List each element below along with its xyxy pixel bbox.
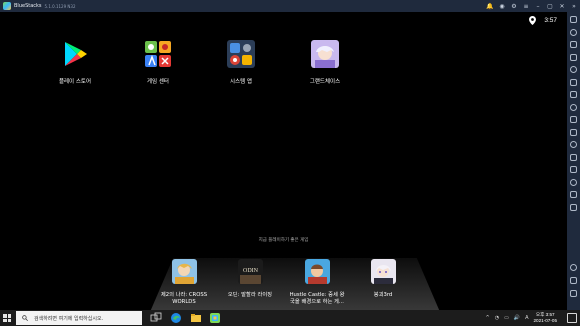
home-icon[interactable] — [570, 277, 577, 284]
app-label-line2: 국을 배경으로 하는 게... — [290, 299, 344, 305]
recommended-app-odin[interactable]: ODIN 오딘: 발할라 라이징 — [218, 259, 282, 299]
notification-icon[interactable] — [567, 313, 577, 323]
location-pin-icon[interactable] — [570, 103, 577, 111]
record-icon[interactable] — [570, 91, 577, 98]
app-label: 시스템 앱 — [230, 79, 252, 85]
app-label: 게임 센터 — [147, 79, 169, 85]
app-system-apps[interactable]: 시스템 앱 — [211, 40, 271, 85]
taskbar-search-box[interactable]: 검색하려면 여기에 입력하십시오. — [16, 311, 142, 325]
show-hidden-icons[interactable]: ^ — [486, 315, 490, 321]
taskbar-date: 2021-07-05 — [533, 318, 558, 323]
menu-icon[interactable]: ≡ — [520, 0, 532, 12]
hustle-castle-icon — [304, 259, 330, 284]
play-store-icon — [65, 42, 87, 66]
recents-icon[interactable] — [570, 290, 577, 297]
odin-icon: ODIN — [237, 259, 263, 284]
eco-mode-icon[interactable] — [570, 166, 577, 173]
recommended-app-ni-no-kuni[interactable]: 제2의 나라: CROSS WORLDS — [152, 259, 216, 306]
location-icon — [529, 15, 537, 25]
taskbar-clock[interactable]: 오후 3:57 2021-07-05 — [534, 312, 558, 324]
settings-icon[interactable]: ⚙ — [508, 0, 520, 12]
multi-instance-icon[interactable] — [570, 153, 577, 161]
status-bar: 3:57 — [529, 14, 557, 26]
restore-icon[interactable]: ▢ — [544, 0, 556, 12]
account-icon[interactable]: ◉ — [496, 0, 508, 12]
app-label-line1: 붕괴3rd — [373, 292, 393, 298]
screenshot-icon[interactable] — [570, 178, 577, 186]
windows-start-icon[interactable] — [3, 314, 11, 322]
input-method-icon[interactable]: A — [525, 315, 528, 321]
app-name: BlueStacks — [14, 3, 42, 9]
fullscreen-icon[interactable] — [570, 16, 577, 23]
odin-logo-text: ODIN — [243, 268, 259, 274]
bluestacks-taskbar-icon[interactable] — [209, 312, 221, 324]
task-view-icon[interactable] — [150, 312, 162, 324]
app-grandchase[interactable]: 그랜드체이스 — [295, 40, 355, 85]
help-icon[interactable] — [570, 191, 577, 198]
app-version: 5.1.0.1129 N32 — [44, 3, 76, 9]
bluestacks-sidebar — [567, 12, 580, 310]
settings-icon[interactable] — [570, 203, 577, 211]
apk-icon[interactable] — [570, 141, 577, 148]
bluestacks-logo-icon — [3, 2, 11, 10]
shake-icon[interactable] — [570, 66, 577, 73]
search-icon — [22, 315, 28, 321]
volume-icon[interactable]: 🔊 — [514, 315, 520, 321]
expand-icon[interactable]: » — [568, 0, 580, 12]
game-center-icon — [145, 41, 171, 67]
camera-icon[interactable] — [570, 78, 577, 86]
android-home-screen: 3:57 플레이 스토어 게임 센터 시스템 앱 그랜드체이스 지금 플레이하기… — [0, 12, 567, 312]
app-label: 플레이 스토어 — [58, 79, 92, 85]
bell-icon[interactable]: 🔔 — [484, 0, 496, 12]
recommended-games-title: 지금 플레이하기 좋은 게임 — [258, 238, 309, 243]
edge-icon[interactable] — [170, 312, 182, 324]
title-bar-controls: 🔔 ◉ ⚙ ≡ – ▢ ✕ » — [484, 0, 580, 12]
system-apps-icon — [227, 40, 255, 68]
network-icon[interactable]: ◔ — [495, 315, 499, 321]
app-label-line1: 오딘: 발할라 라이징 — [227, 292, 273, 298]
keyboard-icon[interactable] — [570, 41, 577, 48]
honkai-icon — [370, 259, 396, 284]
app-game-center[interactable]: 게임 센터 — [128, 40, 188, 85]
back-icon[interactable] — [570, 264, 577, 271]
ni-no-kuni-icon — [171, 259, 197, 284]
windows-taskbar: 검색하려면 여기에 입력하십시오. ^ ◔ ▭ 🔊 A 오후 3:57 2021… — [0, 310, 580, 326]
app-label-line1: 제2의 나라: CROSS — [160, 292, 208, 298]
status-clock: 3:57 — [544, 16, 557, 24]
system-tray: ^ ◔ ▭ 🔊 A 오후 3:57 2021-07-05 — [486, 310, 580, 326]
folder-icon[interactable] — [570, 128, 577, 136]
grandchase-icon — [311, 40, 339, 68]
search-placeholder: 검색하려면 여기에 입력하십시오. — [34, 315, 104, 322]
recommended-app-hustle-castle[interactable]: Hustle Castle: 중세 왕 국을 배경으로 하는 게... — [285, 259, 349, 306]
screen: BlueStacks 5.1.0.1129 N32 🔔 ◉ ⚙ ≡ – ▢ ✕ … — [0, 0, 580, 326]
display-icon[interactable]: ▭ — [504, 315, 509, 321]
file-explorer-icon[interactable] — [190, 312, 202, 324]
rotate-icon[interactable] — [570, 53, 577, 61]
volume-icon[interactable] — [570, 28, 577, 36]
macro-icon[interactable] — [570, 116, 577, 123]
app-label: 그랜드체이스 — [309, 79, 341, 85]
close-icon[interactable]: ✕ — [556, 0, 568, 12]
app-play-store[interactable]: 플레이 스토어 — [45, 40, 105, 85]
title-bar: BlueStacks 5.1.0.1129 N32 🔔 ◉ ⚙ ≡ – ▢ ✕ … — [0, 0, 580, 12]
app-label-line1: Hustle Castle: 중세 왕 — [289, 292, 345, 298]
recommended-app-honkai[interactable]: 붕괴3rd — [351, 259, 415, 299]
app-label-line2: WORLDS — [172, 299, 196, 305]
minimize-icon[interactable]: – — [532, 0, 544, 12]
